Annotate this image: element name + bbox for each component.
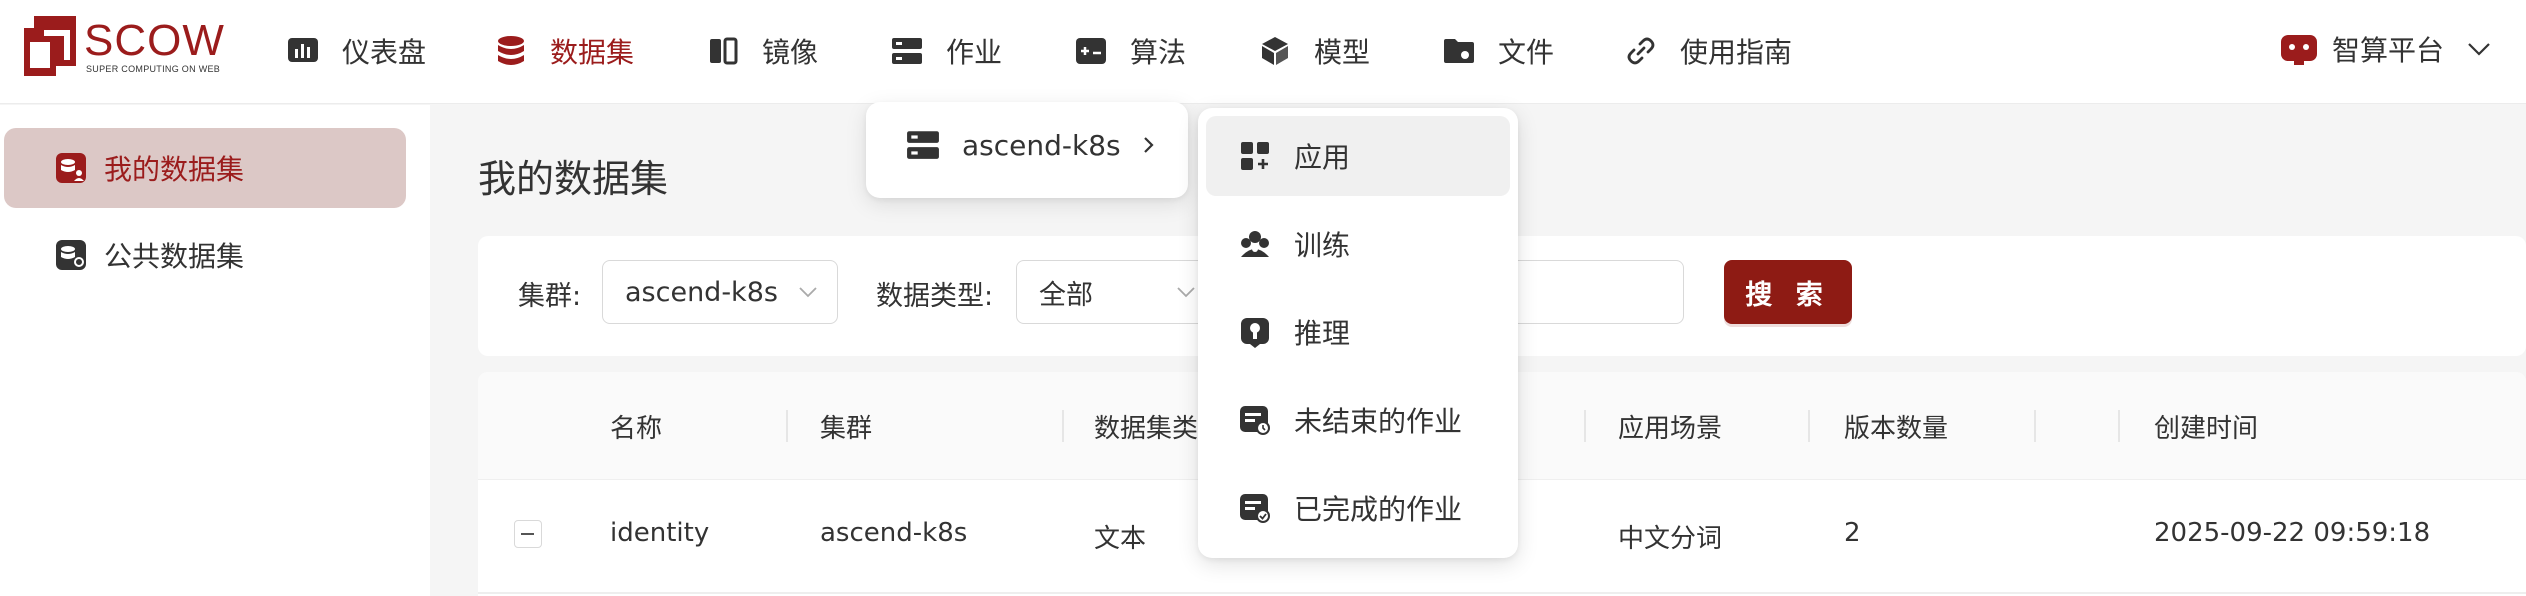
- sidebar-item-my-dataset[interactable]: 我的数据集: [4, 128, 406, 208]
- database-icon: [494, 34, 528, 68]
- nav-mirror[interactable]: 镜像: [706, 26, 818, 76]
- brand-name: SCOW: [84, 16, 225, 65]
- chevron-down-icon: [2468, 43, 2490, 56]
- cell-type: 文本: [1094, 524, 1147, 554]
- cell-created: 2025-09-22 09:59:18: [2154, 518, 2431, 548]
- cluster-select-value: ascend-k8s: [625, 276, 778, 308]
- chevron-down-icon: [1177, 287, 1195, 298]
- scow-logo-icon: [24, 16, 76, 76]
- nav-label: 镜像: [762, 36, 819, 69]
- chevron-right-icon: [1143, 137, 1154, 153]
- job-menu-item-training[interactable]: 训练: [1206, 204, 1510, 284]
- job-menu-label: 推理: [1294, 317, 1351, 350]
- platform-switcher[interactable]: 智算平台: [2280, 24, 2492, 74]
- cube-icon: [1258, 34, 1292, 68]
- job-menu-item-running-jobs[interactable]: 未结束的作业: [1206, 380, 1510, 460]
- sidebar-item-public-dataset[interactable]: 公共数据集: [4, 215, 406, 295]
- type-filter-label: 数据类型:: [876, 281, 994, 312]
- cell-versions: 2: [1844, 518, 1861, 548]
- nav-label: 模型: [1314, 36, 1371, 69]
- platform-label: 智算平台: [2331, 34, 2444, 67]
- nav-label: 数据集: [550, 36, 635, 69]
- column-divider: [786, 410, 788, 442]
- algorithm-icon: [1074, 34, 1108, 68]
- nav-files[interactable]: 文件: [1442, 26, 1554, 76]
- finished-job-icon: [1240, 494, 1270, 523]
- sidebar: 我的数据集 公共数据集: [0, 105, 430, 596]
- column-header-created: 创建时间: [2154, 414, 2259, 444]
- job-menu-item-apps[interactable]: 应用: [1206, 116, 1510, 196]
- column-divider: [1062, 410, 1064, 442]
- nav-label: 使用指南: [1680, 36, 1793, 69]
- job-menu-label: 训练: [1294, 229, 1351, 262]
- job-cluster-label: ascend-k8s: [962, 128, 1121, 162]
- server-icon: [890, 34, 924, 68]
- job-menu-label: 应用: [1294, 141, 1351, 174]
- page-title: 我的数据集: [478, 157, 669, 201]
- nav-label: 仪表盘: [342, 36, 427, 69]
- training-icon: [1241, 231, 1269, 257]
- nav-jobs[interactable]: 作业: [890, 26, 1002, 76]
- job-menu-label: 未结束的作业: [1294, 405, 1463, 438]
- column-divider: [2118, 410, 2120, 442]
- nav-guide[interactable]: 使用指南: [1624, 26, 1792, 76]
- my-dataset-icon: [56, 153, 86, 183]
- inference-icon: [1241, 318, 1269, 348]
- search-button[interactable]: 搜 索: [1724, 260, 1852, 324]
- nav-dataset[interactable]: 数据集: [494, 26, 634, 76]
- cell-name: identity: [610, 518, 710, 548]
- job-submenu: 应用 训练 推理 未结束的作业 已完成的作业: [1198, 108, 1518, 558]
- job-menu-item-inference[interactable]: 推理: [1206, 292, 1510, 372]
- folder-icon: [1442, 34, 1476, 68]
- nav-dashboard[interactable]: 仪表盘: [286, 26, 426, 76]
- cell-cluster: ascend-k8s: [820, 518, 968, 548]
- type-select-value: 全部: [1039, 279, 1093, 311]
- link-icon: [1624, 34, 1658, 68]
- row-divider: [478, 592, 2526, 594]
- nav-label: 算法: [1130, 36, 1187, 69]
- column-divider: [2034, 410, 2036, 442]
- column-header-name: 名称: [610, 414, 663, 444]
- column-divider: [1808, 410, 1810, 442]
- mirror-icon: [706, 34, 740, 68]
- top-header: SCOW SUPER COMPUTING ON WEB 仪表盘 数据集 镜像 作…: [0, 0, 2526, 104]
- scow-logo[interactable]: SCOW SUPER COMPUTING ON WEB: [24, 14, 224, 80]
- chevron-down-icon: [799, 287, 817, 298]
- row-collapse-button[interactable]: [514, 520, 542, 548]
- column-header-scene: 应用场景: [1618, 414, 1723, 444]
- cluster-filter-label: 集群:: [518, 281, 582, 312]
- running-job-icon: [1240, 406, 1270, 435]
- cell-scene: 中文分词: [1618, 524, 1723, 554]
- type-select[interactable]: 全部: [1016, 260, 1216, 324]
- nav-model[interactable]: 模型: [1258, 26, 1370, 76]
- cluster-select[interactable]: ascend-k8s: [602, 260, 838, 324]
- job-cluster-menu: ascend-k8s: [866, 102, 1188, 198]
- dashboard-icon: [286, 34, 320, 68]
- column-header-cluster: 集群: [820, 414, 873, 444]
- nav-label: 作业: [946, 36, 1003, 69]
- nav-algorithm[interactable]: 算法: [1074, 26, 1186, 76]
- apps-icon: [1241, 142, 1269, 170]
- column-divider: [1584, 410, 1586, 442]
- column-header-type: 数据集类: [1094, 414, 1199, 444]
- job-menu-label: 已完成的作业: [1294, 493, 1463, 526]
- server-icon: [907, 131, 939, 159]
- robot-icon: [2280, 35, 2317, 65]
- public-dataset-icon: [56, 240, 86, 270]
- sidebar-item-label: 公共数据集: [104, 240, 245, 273]
- brand-tagline: SUPER COMPUTING ON WEB: [86, 64, 221, 74]
- column-header-versions: 版本数量: [1844, 414, 1949, 444]
- job-menu-item-finished-jobs[interactable]: 已完成的作业: [1206, 468, 1510, 548]
- job-cluster-menu-item[interactable]: ascend-k8s: [906, 128, 1159, 162]
- nav-label: 文件: [1498, 36, 1555, 69]
- sidebar-item-label: 我的数据集: [104, 153, 245, 186]
